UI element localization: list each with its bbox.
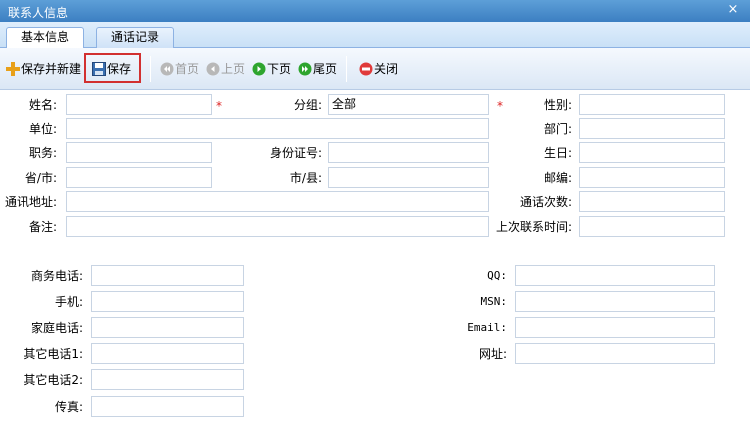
home-phone-label: 家庭电话: [30, 321, 83, 335]
unit-label: 单位: [28, 122, 57, 136]
zip-field[interactable] [579, 167, 725, 188]
name-field[interactable] [66, 94, 212, 115]
department-field[interactable] [579, 118, 725, 139]
next-page-label: 下页 [267, 62, 292, 76]
toolbar-separator [346, 56, 347, 82]
birthday-field[interactable] [579, 142, 725, 163]
group-field[interactable]: 全部 [328, 94, 489, 115]
window-title: 联系人信息 [8, 6, 69, 20]
website-label: 网址: [478, 347, 507, 361]
double-right-arrow-icon [298, 62, 312, 76]
tab-call-records[interactable]: 通话记录 [96, 27, 175, 48]
city-label: 市/县: [289, 171, 322, 185]
last-contact-label: 上次联系时间: [495, 220, 572, 234]
note-field[interactable] [66, 216, 489, 237]
toolbar-separator [150, 56, 151, 82]
plus-icon [6, 62, 20, 76]
business-phone-field[interactable] [91, 265, 244, 286]
email-field[interactable] [515, 317, 715, 338]
contact-form: 姓名: * 分组: 全部 * 性别: 单位: 部门: 职务: 身份证号: 生日:… [0, 91, 750, 433]
id-card-field[interactable] [328, 142, 489, 163]
tab-strip: 基本信息 通话记录 [0, 22, 750, 49]
email-label: Email: [467, 321, 507, 334]
window-titlebar: 联系人信息 × [0, 0, 750, 22]
note-label: 备注: [28, 220, 57, 234]
double-left-arrow-icon [160, 62, 174, 76]
mobile-label: 手机: [54, 295, 83, 309]
left-arrow-icon [206, 62, 220, 76]
address-field[interactable] [66, 191, 489, 212]
business-phone-label: 商务电话: [30, 269, 83, 283]
save-button[interactable]: 保存 [92, 59, 131, 79]
province-label: 省/市: [24, 171, 57, 185]
prev-page-button[interactable]: 上页 [206, 59, 245, 79]
other-phone-2-label: 其它电话2: [23, 373, 83, 387]
first-page-label: 首页 [175, 62, 200, 76]
msn-field[interactable] [515, 291, 715, 312]
qq-label: QQ: [487, 269, 507, 282]
fax-field[interactable] [91, 396, 244, 417]
gender-label: 性别: [543, 98, 572, 112]
name-label: 姓名: [28, 98, 57, 112]
qq-field[interactable] [515, 265, 715, 286]
department-label: 部门: [543, 122, 572, 136]
fax-label: 传真: [54, 400, 83, 414]
gender-field[interactable] [579, 94, 725, 115]
call-count-label: 通话次数: [519, 195, 572, 209]
msn-label: MSN: [480, 295, 508, 308]
city-field[interactable] [328, 167, 489, 188]
address-label: 通讯地址: [4, 195, 57, 209]
group-label: 分组: [293, 98, 322, 112]
name-required-mark: * [216, 99, 222, 113]
save-and-new-label: 保存并新建 [21, 62, 82, 76]
last-page-label: 尾页 [313, 62, 338, 76]
position-label: 职务: [28, 146, 57, 160]
id-card-label: 身份证号: [269, 146, 322, 160]
other-phone-2-field[interactable] [91, 369, 244, 390]
close-button[interactable]: 关闭 [359, 59, 398, 79]
no-entry-icon [359, 62, 373, 76]
toolbar: 保存并新建 保存 首页 上页 下页 尾页 关闭 [0, 48, 750, 90]
floppy-disk-icon [92, 62, 106, 76]
website-field[interactable] [515, 343, 715, 364]
other-phone-1-field[interactable] [91, 343, 244, 364]
group-required-mark: * [497, 99, 503, 113]
mobile-field[interactable] [91, 291, 244, 312]
tab-basic-info[interactable]: 基本信息 [6, 27, 85, 49]
save-and-new-button[interactable]: 保存并新建 [6, 59, 81, 79]
close-icon[interactable]: × [726, 3, 740, 17]
call-count-field[interactable] [579, 191, 725, 212]
last-page-button[interactable]: 尾页 [298, 59, 337, 79]
unit-field[interactable] [66, 118, 489, 139]
birthday-label: 生日: [543, 146, 572, 160]
close-label: 关闭 [374, 62, 399, 76]
last-contact-field[interactable] [579, 216, 725, 237]
position-field[interactable] [66, 142, 212, 163]
right-arrow-icon [252, 62, 266, 76]
next-page-button[interactable]: 下页 [252, 59, 291, 79]
province-field[interactable] [66, 167, 212, 188]
first-page-button[interactable]: 首页 [160, 59, 199, 79]
zip-label: 邮编: [543, 171, 572, 185]
other-phone-1-label: 其它电话1: [23, 347, 83, 361]
save-label: 保存 [107, 62, 132, 76]
home-phone-field[interactable] [91, 317, 244, 338]
prev-page-label: 上页 [221, 62, 246, 76]
